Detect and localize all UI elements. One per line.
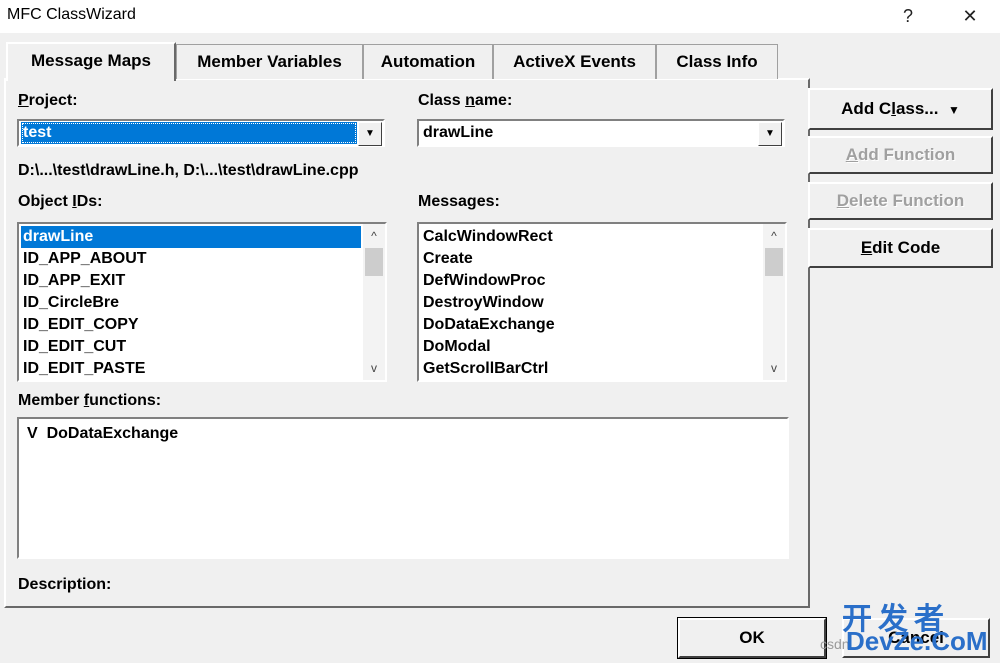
close-button[interactable]: ✕ [950, 2, 990, 30]
object-id-item[interactable]: ID_EDIT_PASTE [21, 358, 145, 380]
message-item[interactable]: DestroyWindow [421, 292, 544, 314]
object-ids-label: Object IDs: [18, 193, 103, 210]
delete-function-button[interactable]: Delete Function [808, 182, 993, 220]
object-id-item[interactable]: ID_APP_ABOUT [21, 248, 147, 270]
dropdown-arrow-icon: ▼ [947, 103, 960, 117]
object-ids-scrollbar[interactable]: ^ v [363, 224, 385, 380]
member-function-name: DoDataExchange [46, 425, 179, 442]
window-title: MFC ClassWizard [7, 6, 136, 23]
messages-list[interactable]: CalcWindowRect Create DefWindowProc Dest… [417, 222, 787, 382]
ok-button[interactable]: OK [677, 617, 827, 659]
member-functions-label: Member functions: [18, 392, 162, 409]
virtual-marker: V [27, 425, 38, 442]
edit-code-button[interactable]: Edit Code [808, 228, 993, 268]
scroll-thumb[interactable] [765, 248, 783, 276]
messages-label: Messages: [418, 193, 500, 210]
class-name-value: drawLine [423, 124, 494, 141]
message-item[interactable]: DoDataExchange [421, 314, 555, 336]
chevron-down-icon: ▼ [765, 128, 775, 139]
class-name-dropdown-button[interactable]: ▼ [758, 122, 782, 146]
message-item[interactable]: CalcWindowRect [421, 226, 553, 248]
tab-activex-events[interactable]: ActiveX Events [493, 44, 656, 79]
class-name-label: Class name: [418, 92, 513, 109]
object-id-item[interactable]: ID_APP_EXIT [21, 270, 125, 292]
message-item[interactable]: DoModal [421, 336, 491, 358]
object-id-item[interactable]: ID_CircleBre [21, 292, 119, 314]
close-icon: ✕ [962, 6, 978, 26]
files-path: D:\...\test\drawLine.h, D:\...\test\draw… [18, 162, 359, 179]
description-label: Description: [18, 576, 112, 593]
member-function-item[interactable]: V DoDataExchange [25, 423, 178, 445]
message-item[interactable]: Create [421, 248, 473, 270]
tab-class-info[interactable]: Class Info [656, 44, 778, 79]
project-dropdown-button[interactable]: ▼ [358, 122, 382, 146]
add-class-button[interactable]: Add Class... ▼ [808, 88, 993, 130]
scroll-down-icon[interactable]: v [363, 358, 385, 378]
object-ids-list[interactable]: drawLine ID_APP_ABOUT ID_APP_EXIT ID_Cir… [17, 222, 387, 382]
tab-member-variables[interactable]: Member Variables [176, 44, 363, 79]
project-label: Project: [18, 92, 78, 109]
object-id-item[interactable]: drawLine [21, 226, 361, 248]
chevron-down-icon: ▼ [365, 128, 375, 139]
message-item[interactable]: DefWindowProc [421, 270, 546, 292]
scroll-down-icon[interactable]: v [763, 358, 785, 378]
title-bar [0, 0, 1000, 33]
scroll-thumb[interactable] [365, 248, 383, 276]
scroll-up-icon[interactable]: ^ [363, 226, 385, 246]
project-combobox[interactable]: test ▼ [17, 119, 385, 147]
scroll-up-icon[interactable]: ^ [763, 226, 785, 246]
add-function-button[interactable]: Add Function [808, 136, 993, 174]
watermark-en: DevZe.CoM [846, 626, 988, 656]
tab-message-maps[interactable]: Message Maps [6, 42, 176, 81]
class-name-combobox[interactable]: drawLine ▼ [417, 119, 785, 147]
object-id-item[interactable]: ID_EDIT_COPY [21, 314, 139, 336]
messages-scrollbar[interactable]: ^ v [763, 224, 785, 380]
member-functions-list[interactable]: V DoDataExchange [17, 417, 789, 559]
project-value: test [21, 122, 357, 144]
message-item[interactable]: GetScrollBarCtrl [421, 358, 548, 380]
help-button[interactable]: ? [888, 2, 928, 30]
object-id-item[interactable]: ID_EDIT_CUT [21, 336, 126, 358]
tab-automation[interactable]: Automation [363, 44, 493, 79]
